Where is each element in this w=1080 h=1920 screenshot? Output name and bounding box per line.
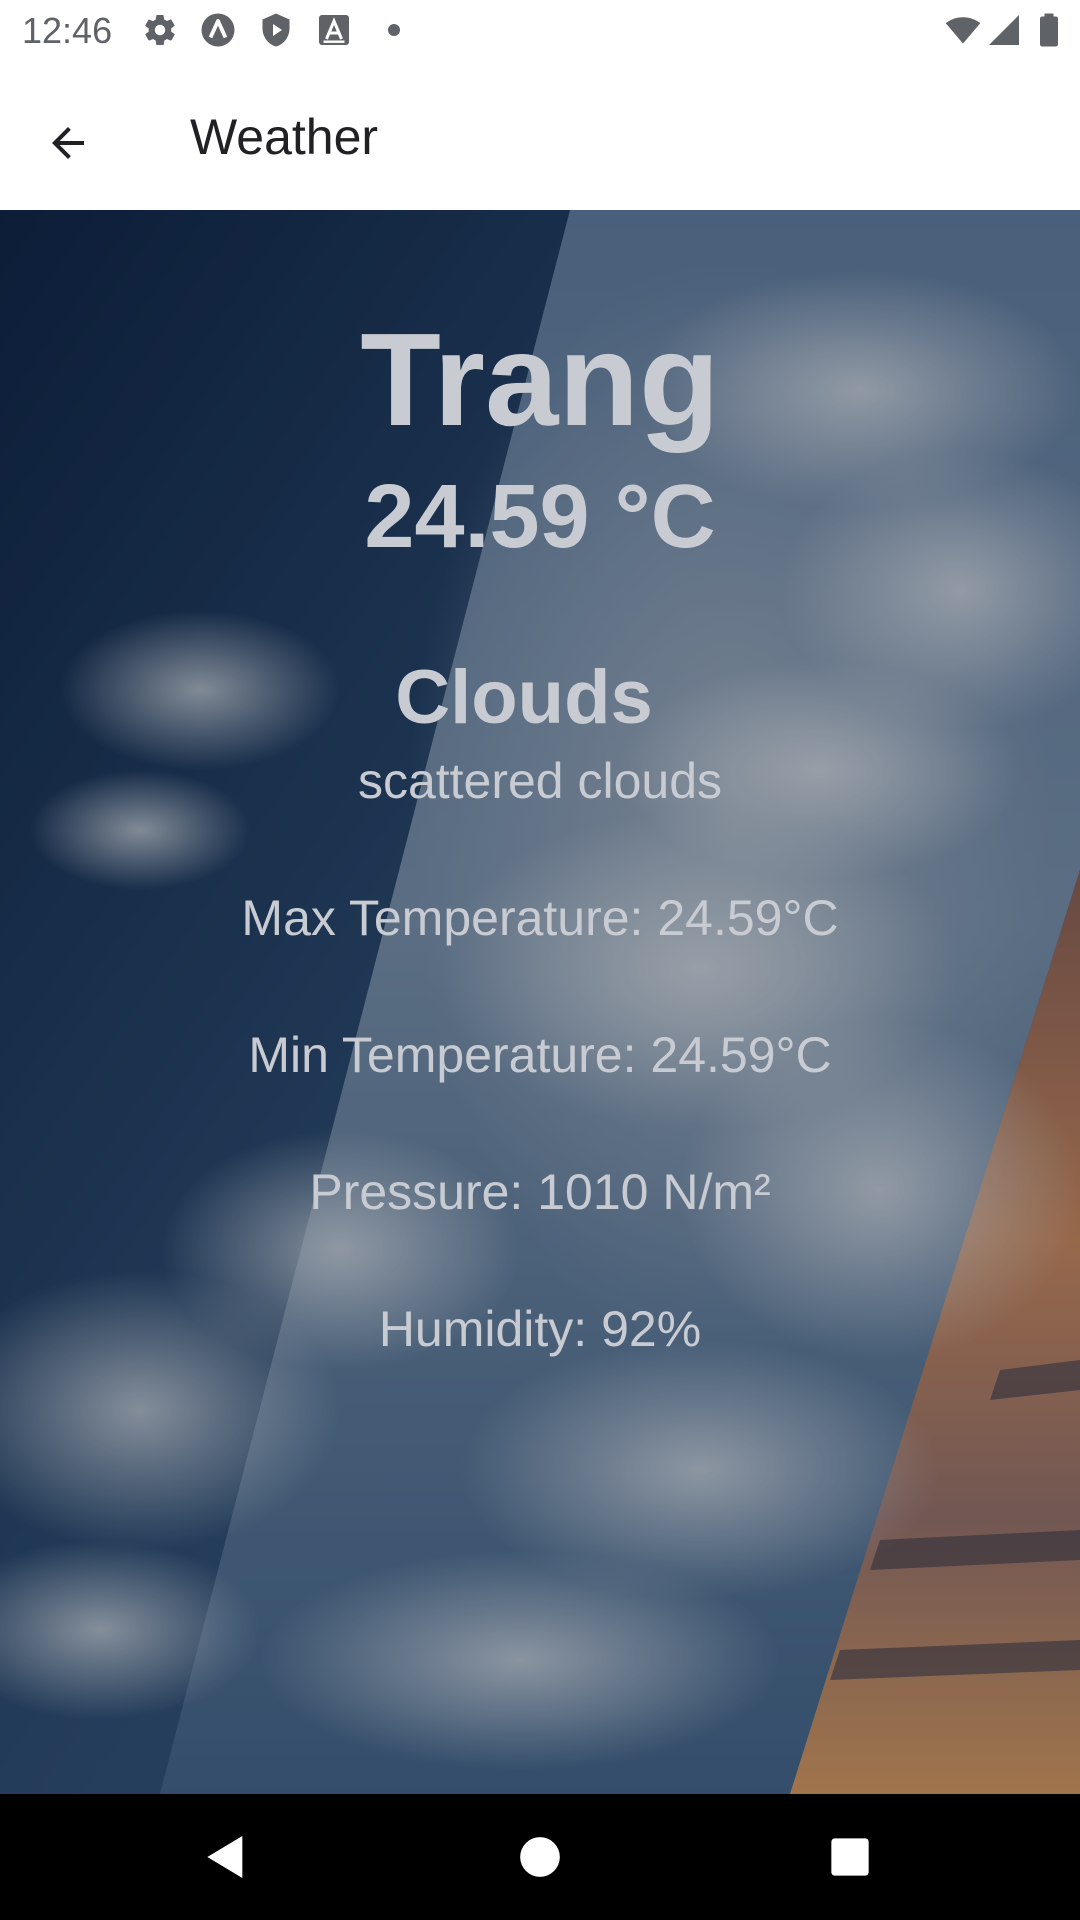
pressure: Pressure: 1010 N/m² <box>309 1164 771 1220</box>
battery-icon <box>1034 12 1064 48</box>
status-bar: 12:46 <box>0 0 1080 63</box>
min-temperature: Min Temperature: 24.59°C <box>248 1027 832 1083</box>
recents-square-icon <box>831 1838 869 1876</box>
system-navigation-bar <box>0 1794 1080 1920</box>
nav-home-button[interactable] <box>508 1825 572 1889</box>
shield-play-icon <box>258 12 294 48</box>
city-name: Trang <box>360 306 720 453</box>
settings-icon <box>142 12 178 48</box>
dot-icon <box>376 12 412 48</box>
back-triangle-icon <box>207 1836 243 1878</box>
nav-back-button[interactable] <box>194 1825 258 1889</box>
humidity: Humidity: 92% <box>378 1301 702 1357</box>
nav-recents-button[interactable] <box>818 1825 882 1889</box>
weather-condition: Clouds <box>395 655 653 740</box>
wifi-icon <box>942 12 984 48</box>
arrow-back-icon <box>52 127 84 159</box>
app-a-icon <box>200 12 236 48</box>
max-temperature: Max Temperature: 24.59°C <box>241 890 839 946</box>
back-button[interactable] <box>30 105 106 181</box>
weather-description: scattered clouds <box>357 753 723 809</box>
cellular-signal-icon <box>986 12 1022 48</box>
current-temperature: 24.59 °C <box>364 467 716 567</box>
home-circle-icon <box>520 1837 560 1877</box>
page-title: Weather <box>190 109 379 165</box>
app-bar: Weather <box>0 63 1080 210</box>
status-time: 12:46 <box>22 10 113 51</box>
weather-content: Trang 24.59 °C Clouds scattered clouds M… <box>0 210 1080 1794</box>
font-a-icon <box>316 12 352 48</box>
